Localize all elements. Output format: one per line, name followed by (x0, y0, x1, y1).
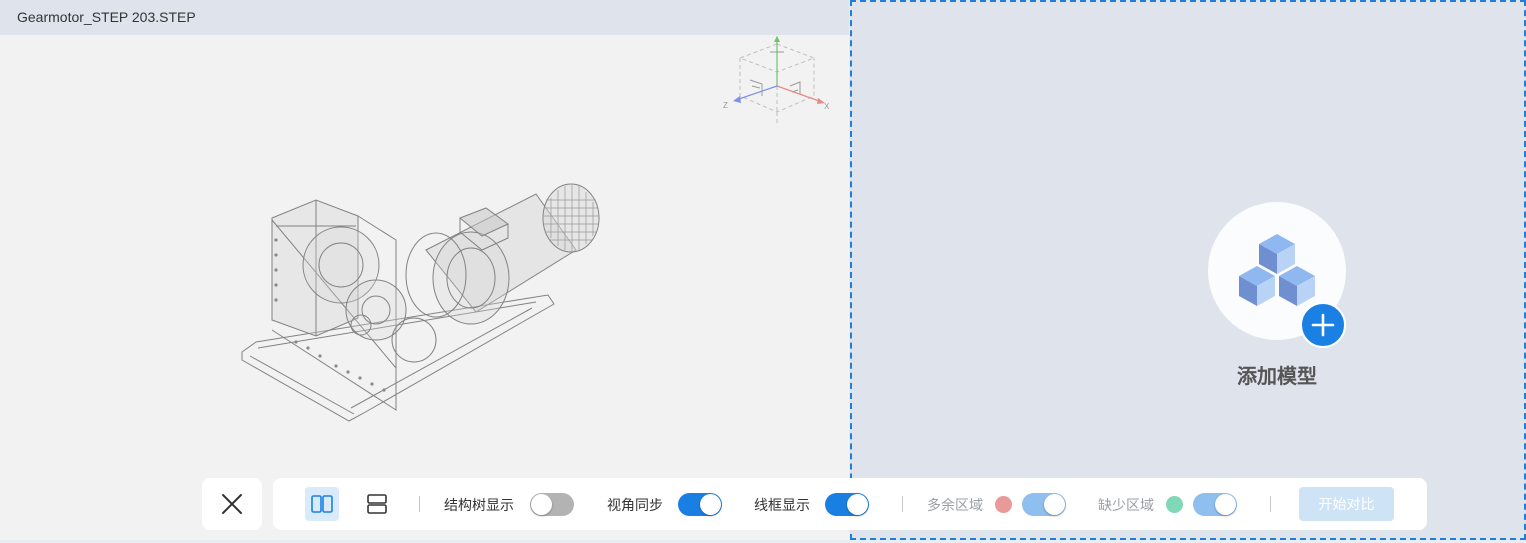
axis-x-label: X (824, 102, 830, 111)
rows-layout-icon (367, 494, 387, 514)
missing-region-label: 缺少区域 (1098, 498, 1154, 514)
missing-region-toggle[interactable] (1193, 493, 1237, 516)
extra-region-label: 多余区域 (927, 498, 983, 514)
add-model-area[interactable] (1208, 202, 1346, 348)
toolbar-divider (902, 496, 903, 512)
add-model-label[interactable]: 添加模型 (1216, 360, 1338, 389)
columns-layout-icon (311, 495, 333, 513)
side-by-side-layout-button[interactable] (305, 487, 339, 521)
gearmotor-wireframe-model[interactable] (236, 180, 608, 425)
start-compare-button[interactable]: 开始对比 (1299, 487, 1394, 521)
view-sync-label: 视角同步 (607, 498, 663, 514)
wireframe-toggle[interactable] (825, 493, 869, 516)
structure-tree-label: 结构树显示 (444, 498, 514, 514)
close-button[interactable] (202, 478, 262, 530)
extra-region-color-dot (995, 496, 1012, 513)
compare-toolbar: 结构树显示 视角同步 线框显示 多余区域 缺少区域 开始对比 (273, 478, 1427, 530)
extra-region-toggle[interactable] (1022, 493, 1066, 516)
file-name: Gearmotor_STEP 203.STEP (17, 9, 196, 25)
missing-region-color-dot (1166, 496, 1183, 513)
toolbar-divider (1270, 496, 1271, 512)
view-cube-icon[interactable]: X Z (722, 34, 832, 126)
view-sync-toggle[interactable] (678, 493, 722, 516)
left-model-viewer[interactable]: Gearmotor_STEP 203.STEP X Z (0, 0, 849, 540)
close-icon (222, 494, 242, 514)
add-model-button[interactable] (1300, 302, 1346, 348)
cubes-icon (1239, 234, 1315, 306)
plus-icon (1311, 313, 1335, 337)
stacked-layout-button[interactable] (360, 487, 394, 521)
right-model-drop-zone[interactable]: 添加模型 (850, 0, 1526, 540)
axis-z-label: Z (723, 101, 728, 110)
wireframe-label: 线框显示 (754, 498, 810, 514)
viewer-title-bar: Gearmotor_STEP 203.STEP (0, 0, 849, 35)
model-compare-window: Gearmotor_STEP 203.STEP X Z 添加模型 结构树显示 视… (0, 0, 1526, 543)
structure-tree-toggle[interactable] (530, 493, 574, 516)
toolbar-divider (419, 496, 420, 512)
